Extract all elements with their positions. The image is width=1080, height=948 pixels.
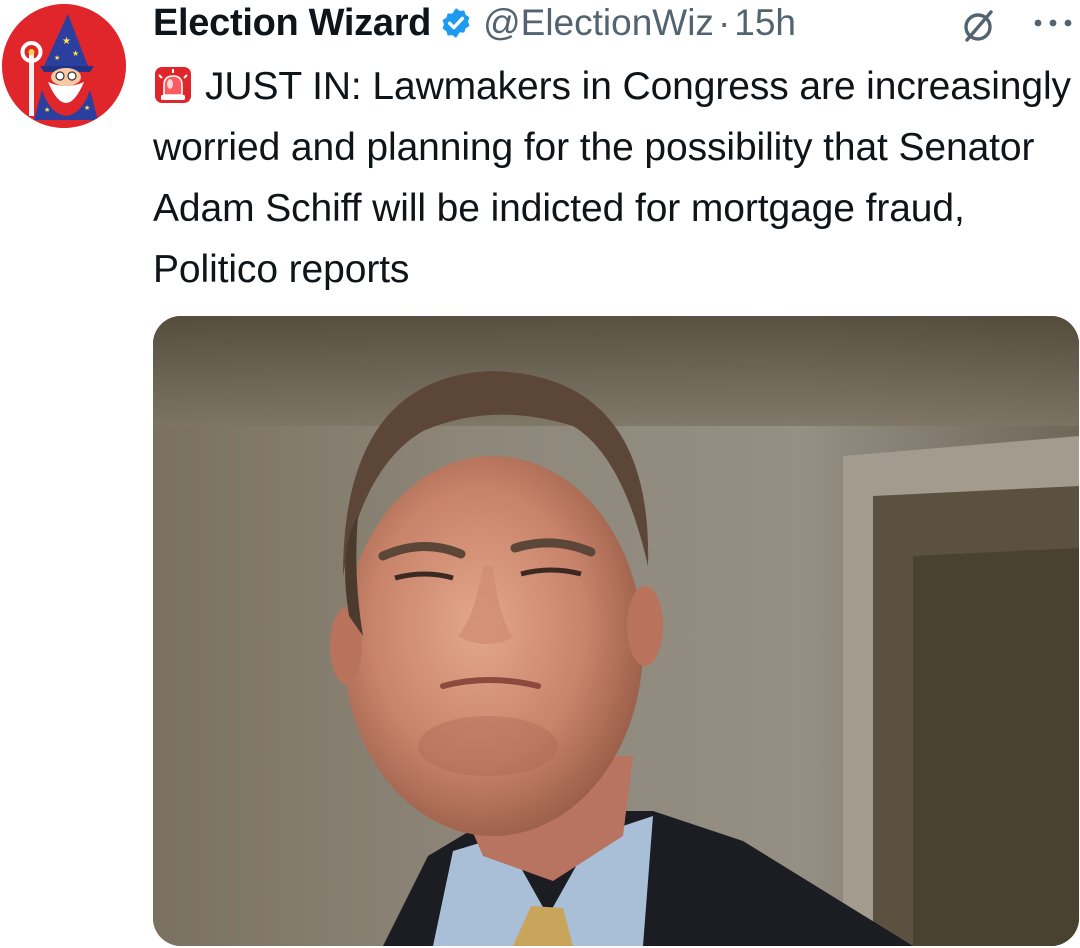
tweet-timestamp[interactable]: 15h	[734, 2, 796, 44]
rotating-light-icon	[153, 65, 193, 105]
svg-text:★: ★	[62, 36, 71, 47]
svg-text:★: ★	[44, 106, 50, 114]
svg-text:★: ★	[54, 54, 60, 62]
author-avatar[interactable]: ★ ★ ★ ★ ★	[2, 4, 126, 128]
tweet-header: Election Wizard @ElectionWiz · 15h	[153, 0, 1073, 46]
svg-text:★: ★	[72, 49, 79, 58]
svg-text:★: ★	[84, 104, 90, 112]
verified-badge-icon[interactable]	[439, 6, 473, 40]
tweet[interactable]: ★ ★ ★ ★ ★ Election Wizard @ElectionWiz ·…	[0, 0, 1080, 948]
author-handle[interactable]: @ElectionWiz	[483, 2, 714, 44]
more-options-icon[interactable]	[1030, 10, 1076, 36]
tweet-body: JUST IN: Lawmakers in Congress are incre…	[153, 65, 1071, 291]
wizard-avatar-icon: ★ ★ ★ ★ ★	[2, 4, 126, 128]
tweet-photo[interactable]	[153, 316, 1079, 946]
author-display-name[interactable]: Election Wizard	[153, 2, 431, 45]
header-separator: ·	[717, 2, 731, 43]
grok-icon[interactable]	[958, 6, 998, 46]
tweet-text: JUST IN: Lawmakers in Congress are incre…	[153, 56, 1073, 300]
